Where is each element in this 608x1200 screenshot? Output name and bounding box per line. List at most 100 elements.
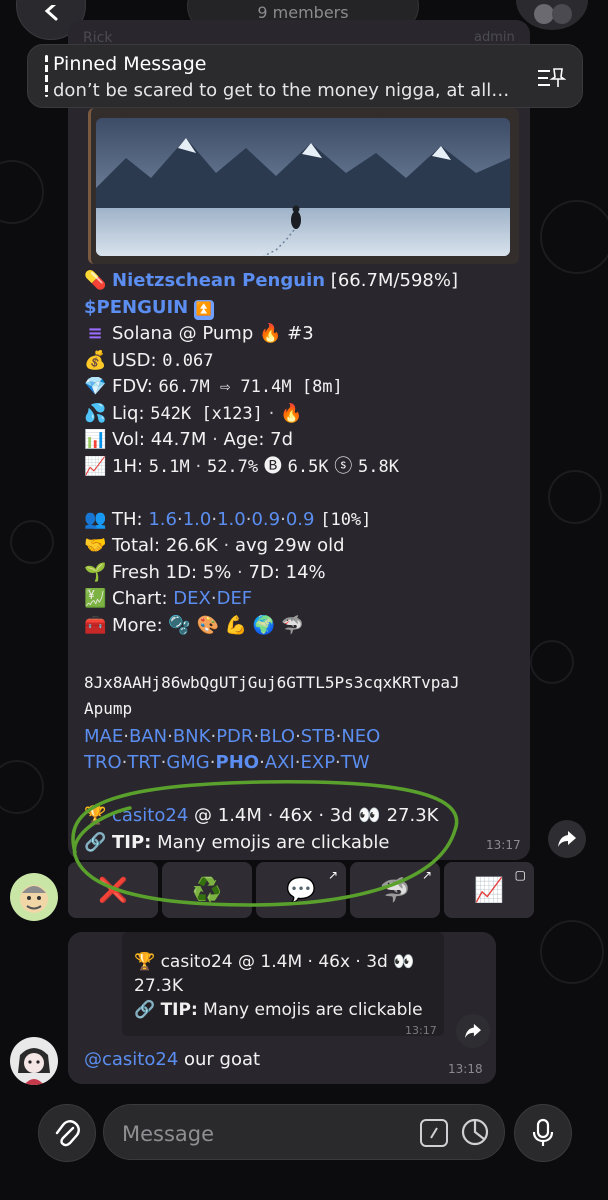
usd-line: 💰 USD: 0.067 [84, 348, 524, 375]
message-input[interactable] [120, 1119, 404, 1149]
pinned-message-bar[interactable]: Pinned Message don’t be scared to get to… [27, 44, 583, 108]
kb-button-chart[interactable]: 📈 ▢ [444, 862, 534, 918]
fdv-label: FDV: [112, 376, 153, 397]
pin-list-icon[interactable] [536, 65, 566, 91]
fresh-7d: 14% [285, 561, 326, 583]
paperclip-icon [55, 1120, 80, 1147]
kb-button-close[interactable]: ❌ [68, 862, 158, 918]
exchange-link[interactable]: EXP [300, 752, 335, 773]
exchange-link[interactable]: PDR [216, 726, 253, 747]
microphone-icon [532, 1118, 554, 1146]
message-input-box [103, 1104, 505, 1160]
def-link[interactable]: DEF [217, 588, 253, 609]
vol-label: Vol: [112, 429, 145, 450]
fresh-1d: 5% [202, 561, 232, 583]
caller-views: 27.3K [386, 805, 439, 826]
total-line: 🤝 Total: 26.6K · avg 29w old [84, 533, 524, 560]
exchange-link[interactable]: TRO [84, 752, 122, 773]
exchange-link[interactable]: GMG [166, 752, 209, 773]
exchange-link[interactable]: STB [301, 726, 336, 747]
pinned-text: don’t be scared to get to the money nigg… [53, 80, 510, 101]
up-arrow-icon[interactable]: ⏫ [193, 299, 214, 320]
ticker-line: $PENGUIN ⏫ [84, 295, 524, 322]
diamond-icon: 💎 [84, 376, 107, 397]
schedule-clock-icon[interactable] [460, 1117, 490, 1147]
chart-label: Chart: [112, 588, 168, 609]
liq-value: 542K [x123] [150, 403, 263, 424]
contract-address[interactable]: 8Jx8AAHj86wbQgUTjGuj6GTTL5Ps3cqxKRTvpaJ [84, 670, 524, 696]
h1-change: 52.7% [206, 456, 259, 477]
pinned-title: Pinned Message [53, 53, 207, 75]
fire-icon: 🔥 [259, 323, 282, 344]
sender-avatar[interactable] [10, 873, 58, 921]
quoted-views: 27.3K [134, 976, 183, 996]
th-link[interactable]: 1.0 [217, 509, 246, 530]
fresh-7d-label: 7D: [248, 561, 280, 583]
liq-label: Liq: [112, 402, 145, 424]
sells-value: 5.8K [358, 456, 399, 477]
handshake-icon: 🤝 [84, 535, 107, 556]
message-time: 13:17 [486, 838, 521, 852]
more-label: More: [112, 614, 163, 636]
ticker-link[interactable]: $PENGUIN [84, 297, 188, 318]
exchange-link[interactable]: MAE [84, 726, 123, 747]
palette-icon[interactable]: 🎨 [197, 615, 219, 636]
mention-link[interactable]: @casito24 [84, 1049, 178, 1070]
eyes-icon: 👀 [358, 805, 381, 826]
reply-sender-avatar[interactable] [10, 1037, 58, 1085]
th-link[interactable]: 0.9 [286, 509, 315, 530]
exchange-link[interactable]: AXI [265, 752, 295, 773]
fresh-line: 🌱 Fresh 1D: 5% · 7D: 14% [84, 560, 524, 587]
solana-icon: ≡ [87, 323, 103, 344]
money-bag-icon: 💰 [84, 349, 107, 371]
usd-value: 0.067 [162, 350, 214, 371]
chain-line: ≡ Solana @ Pump 🔥 #3 [84, 321, 524, 348]
buys-icon: 🅑 [263, 455, 282, 477]
muscle-icon[interactable]: 💪 [225, 615, 247, 636]
preview-image[interactable] [96, 118, 510, 256]
inline-keyboard: ❌ ♻️ 💬 ↗ 🦈 ↗ 📈 ▢ [68, 862, 534, 918]
vol-value: 44.7M [150, 429, 207, 450]
th-link[interactable]: 1.6 [148, 509, 177, 530]
quoted-caller: 🏆 casito24 @ 1.4M · 46x · 3d 👀 [134, 952, 415, 972]
separator: · [268, 402, 275, 424]
contract-suffix[interactable]: Apump [84, 696, 524, 722]
th-link[interactable]: 0.9 [251, 509, 280, 530]
chart-up-icon: 📈 [474, 876, 504, 904]
microphone-button[interactable] [514, 1104, 572, 1162]
tip-line: 🔗 TIP: Many emojis are clickable [84, 830, 524, 857]
buys-value: 6.5K [287, 456, 329, 477]
quoted-forward-button[interactable] [456, 1014, 490, 1048]
exchange-link[interactable]: BLO [259, 726, 295, 747]
shark-icon[interactable]: 🦈 [281, 615, 303, 636]
exchange-link[interactable]: TW [341, 752, 370, 773]
trophy-icon: 🏆 [84, 805, 107, 826]
fdv-value: 66.7M ⇨ 71.4M [8m] [158, 377, 343, 397]
chart-up-icon: 📈 [84, 455, 107, 477]
th-link[interactable]: 1.0 [183, 509, 212, 530]
attach-button[interactable] [38, 1104, 96, 1162]
exchange-link[interactable]: TRT [127, 752, 160, 773]
chart-yen-icon: 💹 [84, 588, 107, 609]
globe-icon[interactable]: 🌍 [253, 615, 275, 636]
kb-button-chat[interactable]: 💬 ↗ [256, 862, 346, 918]
exchange-link[interactable]: NEO [341, 726, 380, 747]
kb-button-refresh[interactable]: ♻️ [162, 862, 252, 918]
admin-badge: admin [474, 30, 515, 45]
dex-link[interactable]: DEX [173, 588, 211, 609]
fire-icon: 🔥 [280, 402, 303, 424]
exchange-link[interactable]: BNK [173, 726, 211, 747]
commands-icon[interactable] [420, 1119, 448, 1147]
share-arrow-icon [558, 831, 576, 847]
caller-link[interactable]: casito24 [112, 805, 188, 826]
forward-button[interactable] [548, 820, 586, 858]
bubbles-icon[interactable]: 🫧 [168, 615, 190, 636]
exchange-links-row-1: MAE·BAN·BNK·PDR·BLO·STB·NEO [84, 725, 381, 747]
kb-button-shark[interactable]: 🦈 ↗ [350, 862, 440, 918]
chevron-left-icon [44, 5, 58, 21]
exchange-link[interactable]: PHO [216, 752, 260, 773]
token-name-link[interactable]: Nietzschean Penguin [112, 270, 325, 291]
liq-line: 💦 Liq: 542K [x123] · 🔥 [84, 401, 524, 428]
exchange-link[interactable]: BAN [129, 726, 167, 747]
external-link-icon: ↗ [327, 868, 338, 882]
